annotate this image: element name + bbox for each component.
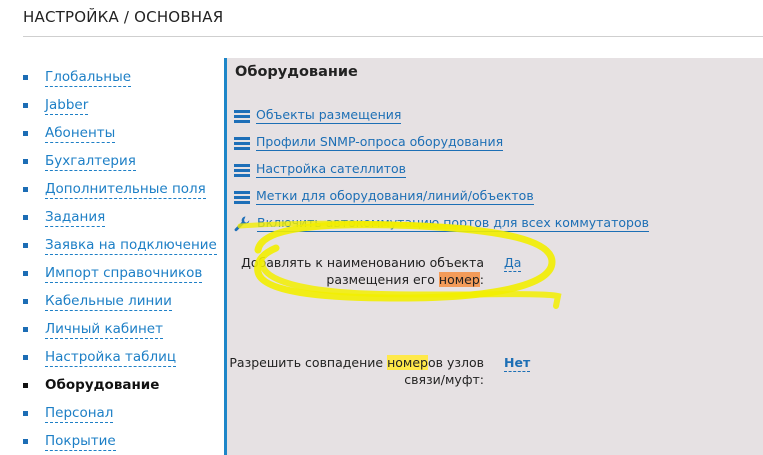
bullet-icon — [23, 243, 28, 248]
sidebar-item-label: Импорт справочников — [45, 265, 203, 283]
bullet-icon — [23, 159, 28, 164]
setting-value-append-number[interactable]: Да — [504, 255, 522, 272]
bullet-icon — [23, 187, 28, 192]
label-text: : — [479, 272, 484, 287]
sidebar-item-label: Оборудование — [45, 377, 160, 393]
sidebar-item-label: Jabber — [45, 97, 89, 115]
link-label: Включить автокоммутацию портов для всех … — [257, 215, 649, 232]
bullet-icon — [23, 131, 28, 136]
list-icon — [234, 110, 250, 123]
setting-label-line: размещения его номер: — [241, 271, 484, 288]
list-icon — [234, 164, 250, 177]
title-divider — [23, 36, 763, 37]
sidebar-item-label: Кабельные линии — [45, 293, 172, 311]
list-icon — [234, 137, 250, 150]
sidebar-item-label: Заявка на подключение — [45, 237, 217, 255]
sidebar-item-label: Личный кабинет — [45, 321, 163, 339]
label-text: размещения его — [326, 272, 439, 287]
sidebar-item-label: Абоненты — [45, 125, 116, 143]
link-label: Настройка сателлитов — [256, 161, 407, 178]
sidebar-item-label: Дополнительные поля — [45, 181, 206, 199]
setting-value-allow-duplicate-numbers[interactable]: Нет — [504, 355, 531, 372]
bullet-icon — [23, 75, 28, 80]
bullet-icon — [23, 271, 28, 276]
panel-title: Оборудование — [235, 64, 358, 80]
label-text: ов узлов — [427, 355, 484, 370]
bullet-icon — [23, 383, 28, 388]
setting-label-line: связи/муфт: — [404, 372, 484, 387]
sidebar-item-label: Глобальные — [45, 69, 132, 87]
sidebar-item-label: Бухгалтерия — [45, 153, 136, 171]
bullet-icon — [23, 411, 28, 416]
bullet-icon — [23, 103, 28, 108]
sidebar-item-label: Покрытие — [45, 433, 116, 451]
sidebar-item-label: Настройка таблиц — [45, 349, 177, 367]
bullet-icon — [23, 327, 28, 332]
bullet-icon — [23, 439, 28, 444]
bullet-icon — [23, 355, 28, 360]
bullet-icon — [23, 215, 28, 220]
setting-label-line: Разрешить совпадение номеров узлов — [229, 354, 484, 371]
equipment-panel: Оборудование Объекты размещения Профили … — [224, 58, 763, 455]
setting-label-append-number: Добавлять к наименованию объекта размеще… — [241, 254, 484, 288]
link-label: Объекты размещения — [256, 107, 402, 124]
bullet-icon — [23, 299, 28, 304]
wrench-icon — [234, 216, 250, 232]
search-highlight: номер — [438, 272, 480, 287]
sidebar-item-label: Задания — [45, 209, 106, 227]
page-title: НАСТРОЙКА / ОСНОВНАЯ — [23, 8, 224, 26]
setting-label-allow-duplicate-numbers: Разрешить совпадение номеров узлов связи… — [229, 354, 484, 388]
sidebar-item-label: Персонал — [45, 405, 114, 423]
link-label: Профили SNMP-опроса оборудования — [256, 134, 504, 151]
list-icon — [234, 191, 250, 204]
label-text: Разрешить совпадение — [229, 355, 388, 370]
setting-label-line: Добавлять к наименованию объекта — [241, 255, 484, 270]
search-highlight: номер — [387, 355, 428, 370]
link-label: Метки для оборудования/линий/объектов — [256, 188, 534, 205]
